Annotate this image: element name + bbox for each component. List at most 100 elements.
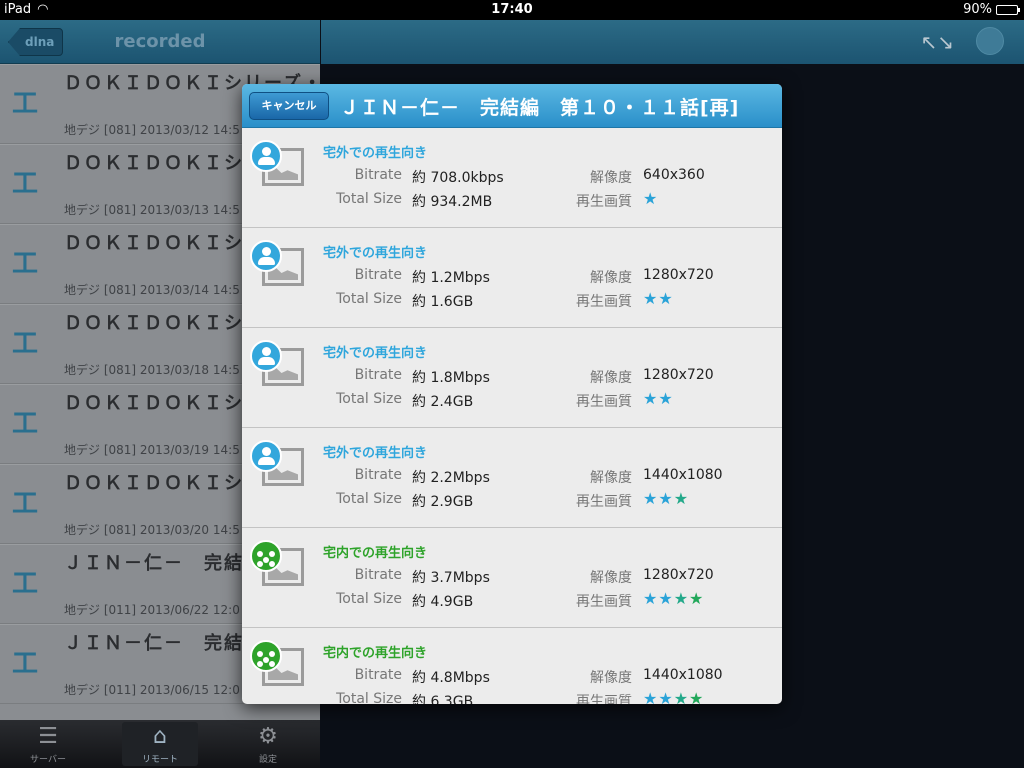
outside-user-icon bbox=[250, 140, 282, 172]
terrestrial-tv-icon: 工 bbox=[12, 409, 39, 439]
quality-option[interactable]: 宅外での再生向き Bitrate 約 708.0kbps Total Size 約 93… bbox=[242, 128, 782, 228]
sidebar-title: recorded bbox=[114, 31, 206, 52]
star-icon: ★ bbox=[643, 189, 659, 208]
recording-info: 地デジ [081] 2013/03/13 14:5 bbox=[64, 203, 240, 217]
size-label: Total Size bbox=[336, 191, 402, 207]
size-label: Total Size bbox=[336, 591, 402, 607]
quality-select-dialog: キャンセル ＪＩＮ－仁－ 完結編 第１０・１１話[再] 宅外での再生向き Bitr… bbox=[242, 84, 782, 704]
resolution-value: 640x360 bbox=[643, 167, 705, 183]
option-label: 宅外での再生向き bbox=[323, 446, 428, 461]
star-icon: ★ bbox=[643, 389, 659, 408]
bitrate-label: Bitrate bbox=[354, 667, 402, 683]
quality-option[interactable]: 宅外での再生向き Bitrate 約 1.2Mbps Total Size 約 1.6G… bbox=[242, 228, 782, 328]
quality-label: 再生画質 bbox=[576, 494, 632, 510]
quality-stars: ★★ bbox=[643, 389, 674, 408]
quality-option[interactable]: 宅外での再生向き Bitrate 約 1.8Mbps Total Size 約 2.4G… bbox=[242, 328, 782, 428]
star-icon: ★ bbox=[658, 689, 674, 704]
battery-percent: 90% bbox=[963, 2, 992, 17]
size-value: 約 2.9GB bbox=[412, 494, 474, 510]
terrestrial-tv-icon: 工 bbox=[12, 489, 39, 519]
bitrate-value: 約 1.2Mbps bbox=[412, 270, 490, 286]
quality-option[interactable]: 宅外での再生向き Bitrate 約 2.2Mbps Total Size 約 2.9G… bbox=[242, 428, 782, 528]
recording-info: 地デジ [011] 2013/06/22 12:0 bbox=[64, 603, 240, 617]
option-label: 宅外での再生向き bbox=[323, 146, 428, 161]
resolution-label: 解像度 bbox=[590, 170, 632, 186]
bitrate-value: 約 2.2Mbps bbox=[412, 470, 490, 486]
bitrate-value: 約 4.8Mbps bbox=[412, 670, 490, 686]
size-label: Total Size bbox=[336, 391, 402, 407]
dialog-title: ＪＩＮ－仁－ 完結編 第１０・１１話[再] bbox=[340, 97, 740, 119]
resolution-value: 1280x720 bbox=[643, 567, 714, 583]
terrestrial-tv-icon: 工 bbox=[12, 249, 39, 279]
star-icon: ★ bbox=[643, 689, 659, 704]
option-label: 宅外での再生向き bbox=[323, 346, 428, 361]
size-label: Total Size bbox=[336, 291, 402, 307]
home-network-icon bbox=[250, 640, 282, 672]
quality-option-list: 宅外での再生向き Bitrate 約 708.0kbps Total Size 約 93… bbox=[242, 128, 782, 704]
dialog-header: キャンセル ＪＩＮ－仁－ 完結編 第１０・１１話[再] bbox=[242, 84, 782, 128]
status-bar: iPad ◠ 17:40 90% bbox=[0, 0, 1024, 20]
bitrate-value: 約 3.7Mbps bbox=[412, 570, 490, 586]
bitrate-value: 約 708.0kbps bbox=[412, 170, 504, 186]
star-icon: ★ bbox=[689, 689, 705, 704]
bitrate-label: Bitrate bbox=[354, 567, 402, 583]
option-label: 宅内での再生向き bbox=[323, 646, 428, 661]
resolution-label: 解像度 bbox=[590, 670, 632, 686]
quality-label: 再生画質 bbox=[576, 594, 632, 610]
size-value: 約 4.9GB bbox=[412, 594, 474, 610]
recording-info: 地デジ [081] 2013/03/19 14:5 bbox=[64, 443, 240, 457]
star-icon: ★ bbox=[658, 489, 674, 508]
recording-info: 地デジ [081] 2013/03/14 14:5 bbox=[64, 283, 240, 297]
star-icon: ★ bbox=[643, 489, 659, 508]
resolution-value: 1440x1080 bbox=[643, 667, 723, 683]
globe-icon[interactable] bbox=[976, 27, 1004, 55]
quality-option[interactable]: 宅内での再生向き Bitrate 約 4.8Mbps Total Size 約 6.3G… bbox=[242, 628, 782, 704]
resolution-label: 解像度 bbox=[590, 270, 632, 286]
recording-info: 地デジ [081] 2013/03/12 14:5 bbox=[64, 123, 240, 137]
sidebar-nav-bar: dlna recorded bbox=[0, 20, 320, 64]
recording-info: 地デジ [081] 2013/03/20 14:5 bbox=[64, 523, 240, 537]
star-icon: ★ bbox=[643, 589, 659, 608]
resolution-label: 解像度 bbox=[590, 570, 632, 586]
expand-icon[interactable]: ↖↘ bbox=[920, 30, 954, 54]
battery-icon bbox=[996, 4, 1020, 15]
resolution-value: 1280x720 bbox=[643, 267, 714, 283]
bitrate-value: 約 1.8Mbps bbox=[412, 370, 490, 386]
tab-label: リモート bbox=[141, 755, 178, 765]
bitrate-label: Bitrate bbox=[354, 367, 402, 383]
quality-label: 再生画質 bbox=[576, 694, 632, 704]
star-icon: ★ bbox=[658, 589, 674, 608]
star-icon: ★ bbox=[643, 289, 659, 308]
size-label: Total Size bbox=[336, 491, 402, 507]
detail-nav-bar: ↖↘ bbox=[321, 20, 1024, 64]
terrestrial-tv-icon: 工 bbox=[12, 169, 39, 199]
star-icon: ★ bbox=[658, 289, 674, 308]
cancel-button[interactable]: キャンセル bbox=[249, 92, 329, 120]
size-value: 約 1.6GB bbox=[412, 294, 474, 310]
tab-remote-home[interactable]: ⌂ リモート bbox=[122, 722, 198, 766]
tab-server[interactable]: ☰ サーバー bbox=[10, 722, 86, 766]
terrestrial-tv-icon: 工 bbox=[12, 649, 39, 679]
clock: 17:40 bbox=[491, 2, 533, 17]
tab-gear[interactable]: ⚙ 設定 bbox=[230, 722, 306, 766]
size-value: 約 934.2MB bbox=[412, 194, 493, 210]
server-icon: ☰ bbox=[38, 724, 58, 749]
quality-label: 再生画質 bbox=[576, 194, 632, 210]
size-value: 約 2.4GB bbox=[412, 394, 474, 410]
quality-option[interactable]: 宅内での再生向き Bitrate 約 3.7Mbps Total Size 約 4.9G… bbox=[242, 528, 782, 628]
star-icon: ★ bbox=[658, 389, 674, 408]
gear-icon: ⚙ bbox=[258, 724, 278, 749]
outside-user-icon bbox=[250, 440, 282, 472]
quality-label: 再生画質 bbox=[576, 294, 632, 310]
option-label: 宅内での再生向き bbox=[323, 546, 428, 561]
option-label: 宅外での再生向き bbox=[323, 246, 428, 261]
screen: iPad ◠ 17:40 90% dlna recorded 工 ＤＯＫＩＤＯＫＩ… bbox=[0, 0, 1024, 768]
star-icon: ★ bbox=[673, 689, 690, 704]
star-icon: ★ bbox=[673, 489, 690, 508]
outside-user-icon bbox=[250, 240, 282, 272]
resolution-label: 解像度 bbox=[590, 370, 632, 386]
bitrate-label: Bitrate bbox=[354, 467, 402, 483]
size-label: Total Size bbox=[336, 691, 402, 704]
resolution-value: 1440x1080 bbox=[643, 467, 723, 483]
quality-stars: ★★★★ bbox=[643, 689, 704, 704]
